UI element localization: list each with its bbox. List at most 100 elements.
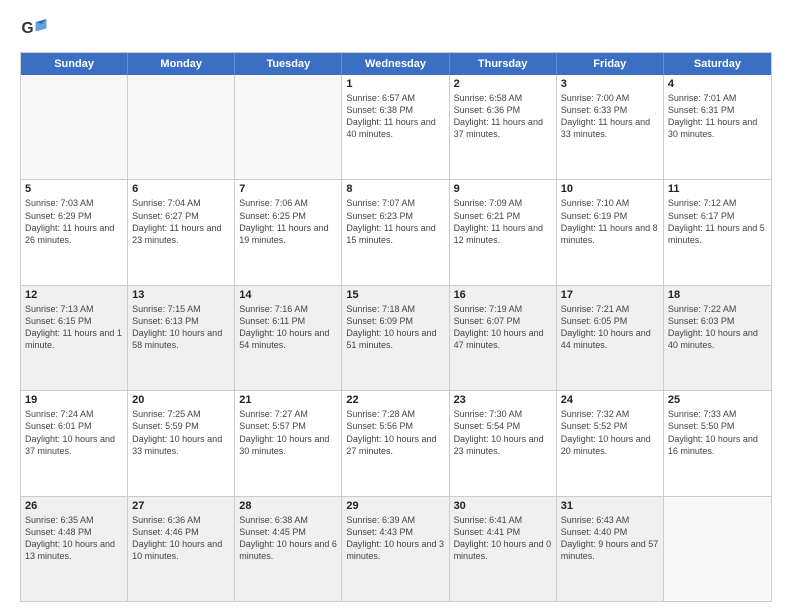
day-number: 9	[454, 183, 552, 195]
day-info: Sunrise: 7:04 AM Sunset: 6:27 PM Dayligh…	[132, 197, 230, 246]
cal-cell-4-1: 19Sunrise: 7:24 AM Sunset: 6:01 PM Dayli…	[21, 391, 128, 495]
cal-cell-2-7: 11 Sunrise: 7:12 AM Sunset: 6:17 PM Dayli…	[664, 180, 771, 284]
calendar-header: SundayMondayTuesdayWednesdayThursdayFrid…	[21, 53, 771, 75]
day-info: Sunrise: 7:21 AM Sunset: 6:05 PM Dayligh…	[561, 303, 659, 352]
cal-cell-1-3	[235, 75, 342, 179]
cal-cell-5-4: 29 Sunrise: 6:39 AM Sunset: 4:43 PM Dayli…	[342, 497, 449, 601]
calendar-row-4: 19Sunrise: 7:24 AM Sunset: 6:01 PM Dayli…	[21, 391, 771, 496]
day-info: Sunrise: 6:58 AM Sunset: 6:36 PM Dayligh…	[454, 92, 552, 141]
day-info: Sunrise: 7:00 AM Sunset: 6:33 PM Dayligh…	[561, 92, 659, 141]
day-number: 14	[239, 289, 337, 301]
day-info: Sunrise: 7:28 AM Sunset: 5:56 PM Dayligh…	[346, 408, 444, 457]
day-number: 19	[25, 394, 123, 406]
calendar-row-3: 12 Sunrise: 7:13 AM Sunset: 6:15 PM Dayli…	[21, 286, 771, 391]
day-info: Sunrise: 7:27 AM Sunset: 5:57 PM Dayligh…	[239, 408, 337, 457]
day-info: Sunrise: 6:43 AM Sunset: 4:40 PM Dayligh…	[561, 514, 659, 563]
day-number: 17	[561, 289, 659, 301]
weekday-header-wednesday: Wednesday	[342, 53, 449, 75]
day-info: Sunrise: 7:06 AM Sunset: 6:25 PM Dayligh…	[239, 197, 337, 246]
day-info: Sunrise: 7:03 AM Sunset: 6:29 PM Dayligh…	[25, 197, 123, 246]
day-number: 1	[346, 78, 444, 90]
day-number: 16	[454, 289, 552, 301]
day-info: Sunrise: 6:39 AM Sunset: 4:43 PM Dayligh…	[346, 514, 444, 563]
day-number: 4	[668, 78, 767, 90]
weekday-header-thursday: Thursday	[450, 53, 557, 75]
cal-cell-4-4: 22Sunrise: 7:28 AM Sunset: 5:56 PM Dayli…	[342, 391, 449, 495]
page: G SundayMondayTuesdayWednesdayThursdayFr…	[0, 0, 792, 612]
day-number: 28	[239, 500, 337, 512]
calendar-row-1: 1 Sunrise: 6:57 AM Sunset: 6:38 PM Daylig…	[21, 75, 771, 180]
cal-cell-1-6: 3 Sunrise: 7:00 AM Sunset: 6:33 PM Daylig…	[557, 75, 664, 179]
day-number: 10	[561, 183, 659, 195]
cal-cell-1-7: 4Sunrise: 7:01 AM Sunset: 6:31 PM Daylig…	[664, 75, 771, 179]
cal-cell-2-6: 10 Sunrise: 7:10 AM Sunset: 6:19 PM Dayli…	[557, 180, 664, 284]
day-number: 11	[668, 183, 767, 195]
cal-cell-1-1	[21, 75, 128, 179]
cal-cell-3-2: 13 Sunrise: 7:15 AM Sunset: 6:13 PM Dayli…	[128, 286, 235, 390]
day-number: 2	[454, 78, 552, 90]
cal-cell-3-5: 16 Sunrise: 7:19 AM Sunset: 6:07 PM Dayli…	[450, 286, 557, 390]
cal-cell-4-7: 25 Sunrise: 7:33 AM Sunset: 5:50 PM Dayli…	[664, 391, 771, 495]
cal-cell-3-3: 14 Sunrise: 7:16 AM Sunset: 6:11 PM Dayli…	[235, 286, 342, 390]
cal-cell-4-2: 20 Sunrise: 7:25 AM Sunset: 5:59 PM Dayli…	[128, 391, 235, 495]
day-number: 12	[25, 289, 123, 301]
cal-cell-4-5: 23 Sunrise: 7:30 AM Sunset: 5:54 PM Dayli…	[450, 391, 557, 495]
day-info: Sunrise: 7:13 AM Sunset: 6:15 PM Dayligh…	[25, 303, 123, 352]
cal-cell-1-2	[128, 75, 235, 179]
day-number: 15	[346, 289, 444, 301]
day-info: Sunrise: 6:38 AM Sunset: 4:45 PM Dayligh…	[239, 514, 337, 563]
cal-cell-3-4: 15 Sunrise: 7:18 AM Sunset: 6:09 PM Dayli…	[342, 286, 449, 390]
day-number: 7	[239, 183, 337, 195]
day-info: Sunrise: 7:12 AM Sunset: 6:17 PM Dayligh…	[668, 197, 767, 246]
day-info: Sunrise: 7:22 AM Sunset: 6:03 PM Dayligh…	[668, 303, 767, 352]
cal-cell-4-6: 24 Sunrise: 7:32 AM Sunset: 5:52 PM Dayli…	[557, 391, 664, 495]
day-info: Sunrise: 7:16 AM Sunset: 6:11 PM Dayligh…	[239, 303, 337, 352]
logo: G	[20, 16, 52, 44]
day-info: Sunrise: 7:18 AM Sunset: 6:09 PM Dayligh…	[346, 303, 444, 352]
weekday-header-sunday: Sunday	[21, 53, 128, 75]
day-number: 29	[346, 500, 444, 512]
day-number: 24	[561, 394, 659, 406]
day-number: 27	[132, 500, 230, 512]
day-info: Sunrise: 7:30 AM Sunset: 5:54 PM Dayligh…	[454, 408, 552, 457]
day-number: 31	[561, 500, 659, 512]
day-number: 6	[132, 183, 230, 195]
day-number: 13	[132, 289, 230, 301]
cal-cell-5-5: 30Sunrise: 6:41 AM Sunset: 4:41 PM Dayli…	[450, 497, 557, 601]
calendar: SundayMondayTuesdayWednesdayThursdayFrid…	[20, 52, 772, 602]
day-number: 25	[668, 394, 767, 406]
day-info: Sunrise: 6:41 AM Sunset: 4:41 PM Dayligh…	[454, 514, 552, 563]
day-number: 23	[454, 394, 552, 406]
day-number: 5	[25, 183, 123, 195]
day-info: Sunrise: 6:35 AM Sunset: 4:48 PM Dayligh…	[25, 514, 123, 563]
day-info: Sunrise: 7:33 AM Sunset: 5:50 PM Dayligh…	[668, 408, 767, 457]
cal-cell-3-1: 12 Sunrise: 7:13 AM Sunset: 6:15 PM Dayli…	[21, 286, 128, 390]
weekday-header-tuesday: Tuesday	[235, 53, 342, 75]
day-number: 20	[132, 394, 230, 406]
cal-cell-3-6: 17 Sunrise: 7:21 AM Sunset: 6:05 PM Dayli…	[557, 286, 664, 390]
day-number: 3	[561, 78, 659, 90]
cal-cell-2-1: 5 Sunrise: 7:03 AM Sunset: 6:29 PM Daylig…	[21, 180, 128, 284]
cal-cell-2-5: 9 Sunrise: 7:09 AM Sunset: 6:21 PM Daylig…	[450, 180, 557, 284]
cal-cell-1-5: 2 Sunrise: 6:58 AM Sunset: 6:36 PM Daylig…	[450, 75, 557, 179]
cal-cell-2-3: 7 Sunrise: 7:06 AM Sunset: 6:25 PM Daylig…	[235, 180, 342, 284]
day-info: Sunrise: 7:15 AM Sunset: 6:13 PM Dayligh…	[132, 303, 230, 352]
svg-text:G: G	[22, 20, 34, 37]
cal-cell-5-3: 28 Sunrise: 6:38 AM Sunset: 4:45 PM Dayli…	[235, 497, 342, 601]
day-info: Sunrise: 6:57 AM Sunset: 6:38 PM Dayligh…	[346, 92, 444, 141]
cal-cell-2-2: 6 Sunrise: 7:04 AM Sunset: 6:27 PM Daylig…	[128, 180, 235, 284]
calendar-row-5: 26 Sunrise: 6:35 AM Sunset: 4:48 PM Dayli…	[21, 497, 771, 601]
cal-cell-5-6: 31 Sunrise: 6:43 AM Sunset: 4:40 PM Dayli…	[557, 497, 664, 601]
calendar-body: 1 Sunrise: 6:57 AM Sunset: 6:38 PM Daylig…	[21, 75, 771, 601]
day-number: 18	[668, 289, 767, 301]
day-number: 26	[25, 500, 123, 512]
cal-cell-5-2: 27Sunrise: 6:36 AM Sunset: 4:46 PM Dayli…	[128, 497, 235, 601]
day-info: Sunrise: 7:25 AM Sunset: 5:59 PM Dayligh…	[132, 408, 230, 457]
cal-cell-5-7	[664, 497, 771, 601]
day-info: Sunrise: 7:32 AM Sunset: 5:52 PM Dayligh…	[561, 408, 659, 457]
day-info: Sunrise: 7:19 AM Sunset: 6:07 PM Dayligh…	[454, 303, 552, 352]
day-info: Sunrise: 7:09 AM Sunset: 6:21 PM Dayligh…	[454, 197, 552, 246]
day-info: Sunrise: 7:07 AM Sunset: 6:23 PM Dayligh…	[346, 197, 444, 246]
day-info: Sunrise: 7:10 AM Sunset: 6:19 PM Dayligh…	[561, 197, 659, 246]
day-number: 21	[239, 394, 337, 406]
